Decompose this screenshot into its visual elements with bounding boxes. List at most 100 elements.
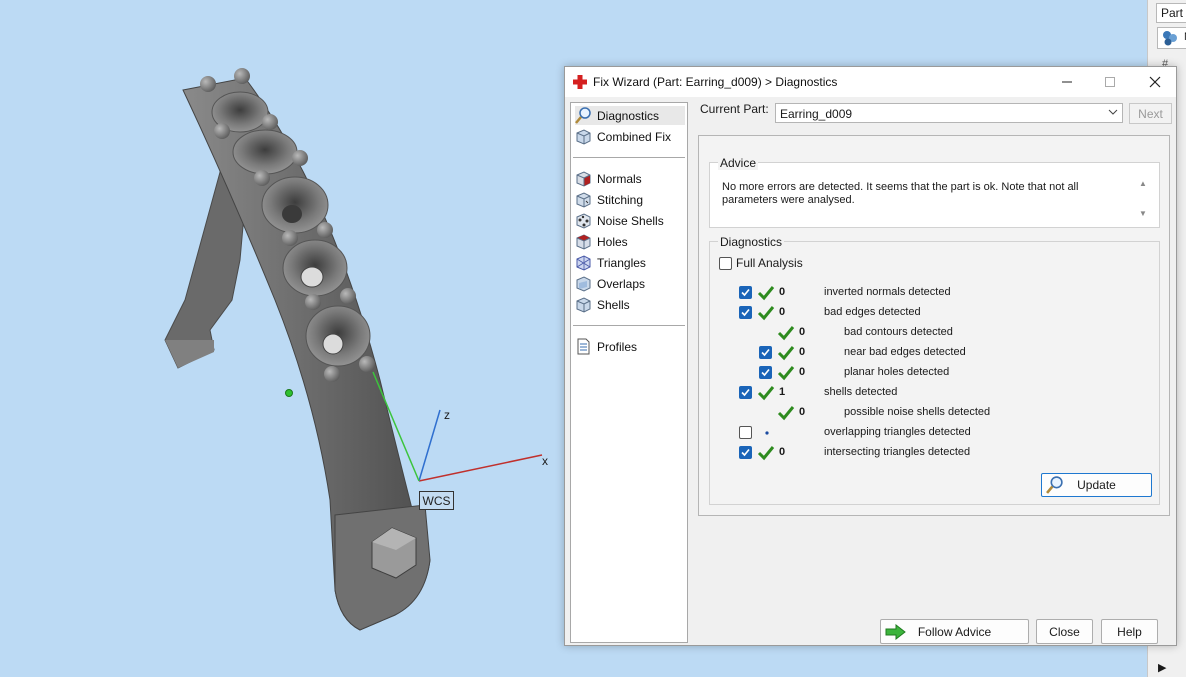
cube-triangles-icon <box>576 255 591 271</box>
diagnostic-checkbox[interactable] <box>759 366 772 379</box>
diagnostic-row: 0 possible noise shells detected <box>710 404 1150 422</box>
diagnostic-checkbox[interactable] <box>739 426 752 439</box>
minimize-button[interactable] <box>1052 71 1082 93</box>
nav-item-stitching[interactable]: Stitching <box>575 190 685 209</box>
cube-noise-icon <box>576 213 591 229</box>
nav-item-overlaps[interactable]: Overlaps <box>575 274 685 293</box>
diagnostic-row: 0 planar holes detected <box>710 364 1150 382</box>
cube-shell-icon <box>576 297 591 313</box>
nav-item-noise-shells[interactable]: Noise Shells <box>575 211 685 230</box>
diagnostic-checkbox[interactable] <box>759 346 772 359</box>
nav-label: Diagnostics <box>597 108 660 123</box>
cube-icon <box>576 129 591 145</box>
current-part-value: Earring_d009 <box>780 107 853 121</box>
nav-divider <box>573 157 685 158</box>
nav-item-combined-fix[interactable]: Combined Fix <box>575 127 685 146</box>
close-button[interactable]: Close <box>1036 619 1093 644</box>
diagnostic-label: possible noise shells detected <box>844 406 991 418</box>
fix-wizard-dialog: Fix Wizard (Part: Earring_d009) > Diagno… <box>564 66 1177 646</box>
wizard-nav: Diagnostics Combined Fix Normals Stitchi… <box>570 102 688 643</box>
diagnostic-label: intersecting triangles detected <box>824 446 971 458</box>
diagnostic-count: 0 <box>779 306 786 318</box>
checkmark-icon <box>741 388 750 397</box>
green-check-icon <box>777 324 795 345</box>
checkmark-icon <box>761 368 770 377</box>
maximize-button[interactable] <box>1095 71 1125 93</box>
nav-label: Stitching <box>597 192 644 207</box>
green-check-icon <box>777 344 795 365</box>
expand-arrow-icon[interactable]: ▶ <box>1158 661 1166 674</box>
checkmark-icon <box>741 288 750 297</box>
parts-tab[interactable]: Part <box>1156 3 1186 23</box>
full-analysis-row[interactable]: Full Analysis <box>719 254 803 272</box>
diagnostic-label: overlapping triangles detected <box>824 426 971 438</box>
diagnostic-row: overlapping triangles detected <box>710 424 1150 442</box>
nav-label: Noise Shells <box>597 213 664 228</box>
nav-label: Profiles <box>597 339 638 354</box>
dot-icon <box>757 424 775 445</box>
nav-label: Overlaps <box>597 276 646 291</box>
diagnostic-label: planar holes detected <box>844 366 950 378</box>
scroll-up-icon[interactable]: ▲ <box>1139 179 1147 188</box>
green-check-icon <box>757 444 775 465</box>
diagnostic-checkbox[interactable] <box>739 286 752 299</box>
update-label: Update <box>1077 478 1116 492</box>
checkmark-icon <box>741 308 750 317</box>
full-analysis-label: Full Analysis <box>736 256 803 270</box>
parts-tab-label: Part <box>1161 6 1184 20</box>
diagnostic-count: 0 <box>779 446 786 458</box>
diagnostic-count: 0 <box>779 286 786 298</box>
nav-item-normals[interactable]: Normals <box>575 169 685 188</box>
current-part-label: Current Part: <box>700 102 769 116</box>
diagnostic-label: inverted normals detected <box>824 286 951 298</box>
close-window-button[interactable] <box>1140 71 1170 93</box>
diagnostic-count: 0 <box>799 346 806 358</box>
green-check-icon <box>777 364 795 385</box>
nav-item-triangles[interactable]: Triangles <box>575 253 685 272</box>
green-check-icon <box>757 304 775 325</box>
nav-item-diagnostics[interactable]: Diagnostics <box>575 106 685 125</box>
diagnostics-panel: Advice No more errors are detected. It s… <box>698 135 1170 516</box>
follow-advice-button[interactable]: Follow Advice <box>880 619 1029 644</box>
current-part-select[interactable]: Earring_d009 <box>775 103 1123 123</box>
nav-label: Combined Fix <box>597 129 672 144</box>
diagnostic-checkbox[interactable] <box>739 306 752 319</box>
diagnostic-checkbox[interactable] <box>739 446 752 459</box>
nav-item-profiles[interactable]: Profiles <box>575 337 685 356</box>
cube-hole-icon <box>576 234 591 250</box>
help-button[interactable]: Help <box>1101 619 1158 644</box>
full-analysis-checkbox[interactable] <box>719 256 732 270</box>
cube-overlap-icon <box>576 276 591 292</box>
cube-red-icon <box>576 171 591 187</box>
diagnostic-row: 1 shells detected <box>710 384 1150 402</box>
diagnostic-row: 0 inverted normals detected <box>710 284 1150 302</box>
checkmark-icon <box>741 448 750 457</box>
close-icon <box>1149 76 1161 88</box>
diagnostics-group: Diagnostics Full Analysis 0 inverted norm… <box>709 235 1160 505</box>
diagnostic-count: 0 <box>799 406 806 418</box>
follow-advice-label: Follow Advice <box>917 624 992 639</box>
nav-item-holes[interactable]: Holes <box>575 232 685 251</box>
minimize-icon <box>1062 81 1072 83</box>
update-button[interactable]: Update <box>1041 473 1152 497</box>
nav-label: Normals <box>597 171 642 186</box>
diagnostic-row: 0 bad contours detected <box>710 324 1150 342</box>
advice-title: Advice <box>718 156 759 170</box>
scroll-down-icon[interactable]: ▼ <box>1139 209 1147 218</box>
nav-item-shells[interactable]: Shells <box>575 295 685 314</box>
nav-label: Shells <box>597 297 630 312</box>
nav-divider <box>573 325 685 326</box>
parts-panel-button[interactable]: M <box>1157 27 1186 49</box>
nav-label: Triangles <box>597 255 646 270</box>
document-icon <box>577 338 590 355</box>
earring-model <box>164 68 431 631</box>
wcs-label: WCS <box>419 491 454 510</box>
next-button[interactable]: Next <box>1129 103 1172 124</box>
magnifier-icon <box>1046 476 1063 494</box>
pivot-point[interactable] <box>285 389 293 397</box>
diagnostic-label: bad contours detected <box>844 326 953 338</box>
dialog-titlebar[interactable]: Fix Wizard (Part: Earring_d009) > Diagno… <box>565 67 1176 97</box>
green-check-icon <box>757 284 775 305</box>
axis-x-label: x <box>542 454 548 468</box>
diagnostic-checkbox[interactable] <box>739 386 752 399</box>
